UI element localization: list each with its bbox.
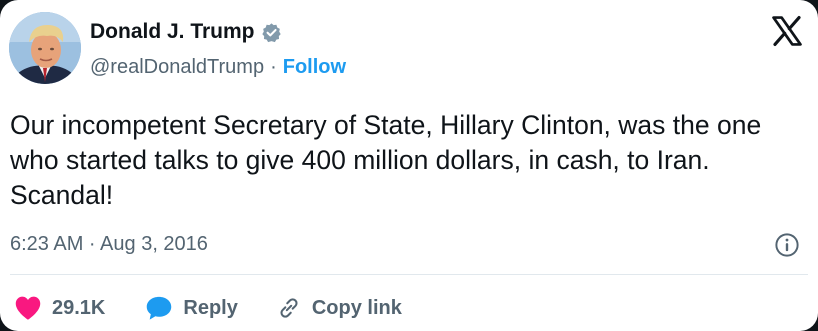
divider [10, 274, 808, 275]
handle-separator: · [270, 56, 277, 78]
author-handle[interactable]: @realDonaldTrump [90, 56, 264, 79]
tweet-actions: 29.1K Reply Copy link [14, 292, 402, 324]
like-count: 29.1K [52, 296, 106, 319]
speech-bubble-icon [147, 296, 172, 320]
author-display-name[interactable]: Donald J. Trump [90, 20, 255, 44]
author-name-row: Donald J. Trump [90, 20, 282, 44]
x-logo-icon[interactable] [770, 14, 804, 48]
avatar[interactable] [9, 12, 81, 84]
tweet-embed-card: Donald J. Trump @realDonaldTrump · Follo… [0, 0, 818, 331]
verified-badge-icon [261, 22, 281, 42]
copy-link-button[interactable]: Copy link [276, 295, 402, 321]
tweet-text: Our incompetent Secretary of State, Hill… [10, 110, 762, 210]
reply-label: Reply [183, 296, 238, 319]
like-button[interactable]: 29.1K [14, 295, 105, 321]
avatar-photo [9, 12, 81, 84]
link-icon [280, 298, 298, 318]
copy-link-label: Copy link [311, 296, 402, 319]
follow-link[interactable]: Follow [283, 56, 346, 79]
tweet-timestamp[interactable]: 6:23 AM · Aug 3, 2016 [10, 233, 208, 256]
author-handle-row: @realDonaldTrump · Follow [90, 56, 346, 79]
reply-button[interactable]: Reply [145, 295, 238, 321]
heart-icon [15, 296, 41, 320]
info-icon[interactable] [774, 232, 800, 258]
